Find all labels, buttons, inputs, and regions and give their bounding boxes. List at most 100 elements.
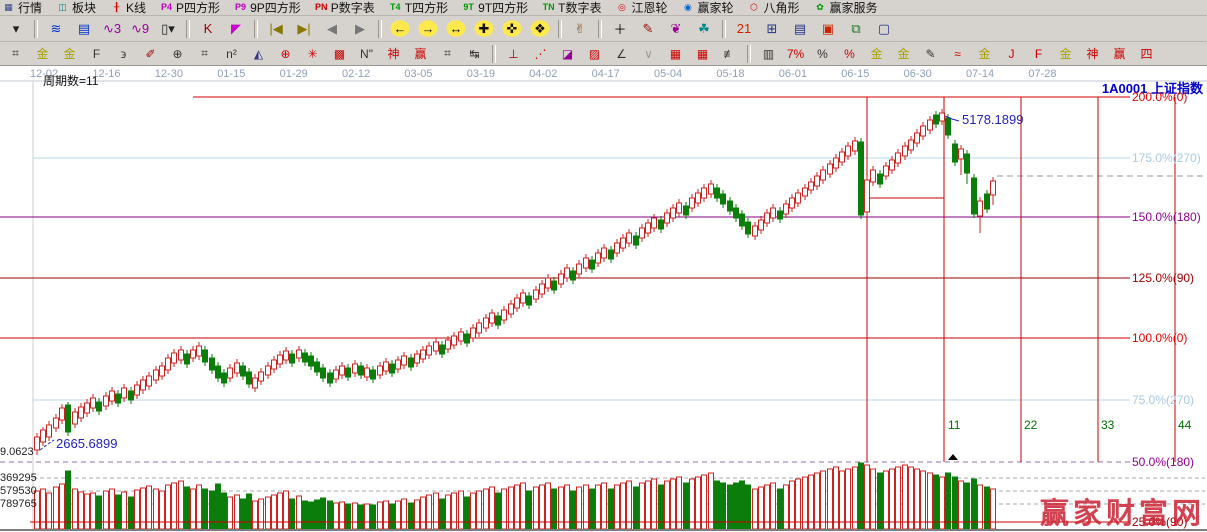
spiral-ruler-button[interactable]: ϶ <box>111 43 136 64</box>
menu-item-江恩轮[interactable]: ◎江恩轮 <box>615 0 667 16</box>
bars-3-button[interactable]: ∿3 <box>99 17 125 40</box>
menu-item-行情[interactable]: ▦行情 <box>2 0 42 16</box>
trendline-tool-button[interactable]: ✎ <box>635 17 661 40</box>
menu-item-T四方形[interactable]: T4T四方形 <box>389 0 448 16</box>
scribble-tool-button[interactable]: ≋ <box>43 17 69 40</box>
t-square-button[interactable]: ⊥ <box>501 43 526 64</box>
menu-item-赢家服务[interactable]: ✿赢家服务 <box>814 0 878 16</box>
gold-circle-button[interactable]: 金 <box>864 43 889 64</box>
f-slash-button[interactable]: F <box>1026 43 1051 64</box>
box-grid-button[interactable]: ▩ <box>327 43 352 64</box>
gold-slash-button[interactable]: 金 <box>1053 43 1078 64</box>
grid-red-1-button[interactable]: ▦ <box>663 43 688 64</box>
gann-arrow-right-button[interactable]: → <box>415 17 441 40</box>
color-flag-button[interactable]: ◤ <box>223 17 249 40</box>
quote-list-button[interactable]: ▤ <box>71 17 97 40</box>
P数字表-icon: PN <box>315 2 328 13</box>
step-back-button[interactable]: ◀ <box>319 17 345 40</box>
volume-bar <box>946 473 951 529</box>
hand-tool-button[interactable]: ✌ <box>567 17 593 40</box>
magic-tool-button[interactable]: ❦ <box>663 17 689 40</box>
menu-item-P四方形[interactable]: P4P四方形 <box>160 0 220 16</box>
ink-brush-button[interactable]: ✎ <box>918 43 943 64</box>
candle-style-button[interactable]: ▯▾ <box>155 17 181 40</box>
menu-item-T数字表[interactable]: TNT数字表 <box>542 0 601 16</box>
trend-angle-button[interactable]: ∠ <box>609 43 634 64</box>
chart-region[interactable]: 12-0212-1612-3001-1501-2902-1203-0503-19… <box>0 66 1207 531</box>
calendar-21-button[interactable]: 21 <box>731 17 757 40</box>
computer-button[interactable]: ▢ <box>871 17 897 40</box>
span-tool-button[interactable]: ↹ <box>462 43 487 64</box>
percent-line-button[interactable]: % <box>837 43 862 64</box>
candle-body <box>921 126 926 136</box>
candle-body <box>97 402 102 411</box>
star-grid-button[interactable]: ✳ <box>300 43 325 64</box>
divider-triangle-marker <box>948 454 958 460</box>
menu-item-板块[interactable]: ◫板块 <box>56 0 96 16</box>
crosshair-tool-button[interactable]: ＋ <box>607 17 633 40</box>
notepad-button[interactable]: ▤ <box>787 17 813 40</box>
volume-bar <box>371 505 376 529</box>
menu-item-9P四方形[interactable]: P99P四方形 <box>234 0 301 16</box>
volume-bar <box>228 497 233 529</box>
date-tick-label: 06-15 <box>841 68 869 80</box>
menu-item-赢家轮[interactable]: ◉赢家轮 <box>681 0 733 16</box>
percent-slash-button[interactable]: 7% <box>783 43 808 64</box>
gold-ruler-1-button[interactable]: 金 <box>30 43 55 64</box>
shen-tool-button[interactable]: 神 <box>381 43 406 64</box>
brush-red-button[interactable]: ✐ <box>138 43 163 64</box>
calculator-button[interactable]: ⊞ <box>759 17 785 40</box>
menu-item-P数字表[interactable]: PNP数字表 <box>315 0 375 16</box>
gann-expand-button[interactable]: ❖ <box>527 17 553 40</box>
k-pattern-box-button[interactable]: K <box>195 17 221 40</box>
n-square-button[interactable]: n² <box>219 43 244 64</box>
copy-pair-button[interactable]: ⧉ <box>843 17 869 40</box>
candle-body <box>278 355 283 364</box>
gold-top-button[interactable]: 金 <box>972 43 997 64</box>
jump-first-button[interactable]: |◀ <box>263 17 289 40</box>
measure-list-button[interactable]: ▥ <box>756 43 781 64</box>
four-slash-button[interactable]: 四 <box>1134 43 1159 64</box>
wave-check-button[interactable]: ∨ <box>636 43 661 64</box>
volume-bar <box>871 469 876 529</box>
step-forward-button[interactable]: ▶ <box>347 17 373 40</box>
ying-tool-button[interactable]: 赢 <box>408 43 433 64</box>
f-ruler-button[interactable]: F <box>84 43 109 64</box>
comb-2-button[interactable]: ⌗ <box>192 43 217 64</box>
gold-ruler-2-button[interactable]: 金 <box>57 43 82 64</box>
gann-arrow-h-button[interactable]: ↔ <box>443 17 469 40</box>
gann-star-button[interactable]: ✜ <box>499 17 525 40</box>
jump-last-button[interactable]: ▶| <box>291 17 317 40</box>
wave-band-button[interactable]: ≈ <box>945 43 970 64</box>
ying-slash-button[interactable]: 赢 <box>1107 43 1132 64</box>
clock-circle-button[interactable]: ⊕ <box>165 43 190 64</box>
fan-box-red-button[interactable]: ▨ <box>582 43 607 64</box>
menu-item-K线[interactable]: ╂K线 <box>110 0 146 16</box>
candle-body <box>266 366 271 375</box>
menu-item-9T四方形[interactable]: 9T9T四方形 <box>462 0 528 16</box>
angle-a-button[interactable]: ◭ <box>246 43 271 64</box>
parallel-lines-button[interactable]: ≢ <box>717 43 742 64</box>
fan-lines-button[interactable]: ⋰ <box>528 43 553 64</box>
gann-arrow-left-button[interactable]: ← <box>387 17 413 40</box>
shen-slash-button[interactable]: 神 <box>1080 43 1105 64</box>
j-slash-button[interactable]: J <box>999 43 1024 64</box>
gann-cross-button[interactable]: ✚ <box>471 17 497 40</box>
candlestick-chart-canvas[interactable] <box>0 66 1207 531</box>
candle-body <box>166 358 171 370</box>
percent-button[interactable]: % <box>810 43 835 64</box>
menu-item-八角形[interactable]: ⬡八角形 <box>748 0 800 16</box>
grid-red-2-button[interactable]: ▦ <box>690 43 715 64</box>
gold-line-button[interactable]: 金 <box>891 43 916 64</box>
volume-bar <box>884 471 889 529</box>
ruler-123-button[interactable]: ⌗ <box>435 43 460 64</box>
save-disk-button[interactable]: ▣ <box>815 17 841 40</box>
9P四方形-icon: P9 <box>234 2 247 13</box>
target-red-button[interactable]: ⊕ <box>273 43 298 64</box>
ruler-comb-button[interactable]: ⌗ <box>3 43 28 64</box>
brain-tool-button[interactable]: ☘ <box>691 17 717 40</box>
fan-box-purple-button[interactable]: ◪ <box>555 43 580 64</box>
n-quotes-button[interactable]: Ν" <box>354 43 379 64</box>
bars-9-button[interactable]: ∿9 <box>127 17 153 40</box>
style-dropdown-button[interactable]: ▾ <box>3 17 29 40</box>
